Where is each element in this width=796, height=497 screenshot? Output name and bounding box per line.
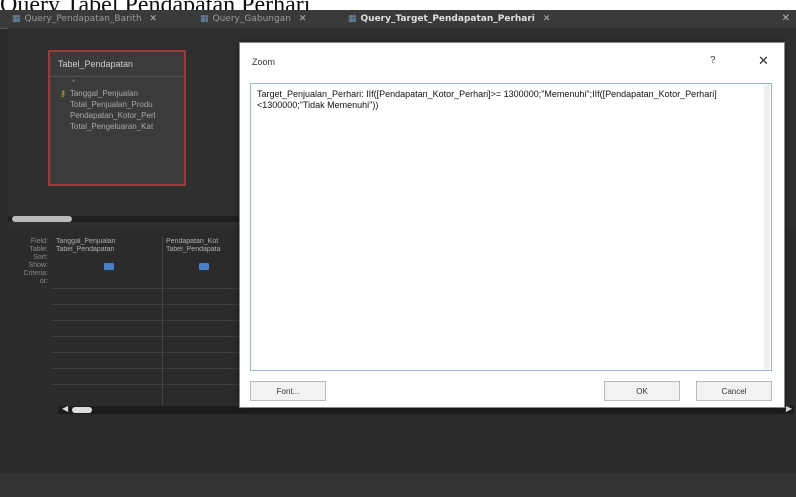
field-all[interactable]: * [50,77,184,88]
field-item[interactable]: Total_Penjualan_Produ [50,99,184,110]
grid-divider [52,384,242,385]
grid-divider [52,288,242,289]
scroll-right-icon[interactable]: ▶ [786,404,792,413]
grid-divider [52,368,242,369]
ok-button[interactable]: OK [604,381,680,401]
access-window: ▦ Query_Pendapatan_Barith ✕ ▦ Query_Gabunga… [0,10,796,497]
expression-textarea[interactable]: Target_Penjualan_Perhari: IIf([Pendapata… [250,83,772,371]
tab-close-icon[interactable]: ✕ [299,14,307,24]
scroll-left-icon[interactable]: ◀ [62,404,68,413]
close-window-icon[interactable]: ✕ [782,10,790,28]
grid-divider [52,336,242,337]
upper-pane-scrollbar[interactable] [8,216,258,222]
object-tab-strip: ▦ Query_Pendapatan_Barith ✕ ▦ Query_Gabunga… [0,10,796,30]
field-item[interactable]: ⚷ Tanggal_Penjualan [50,88,184,99]
help-icon[interactable]: ? [710,55,716,66]
tab-query-pendapatan-barith[interactable]: ▦ Query_Pendapatan_Barith ✕ [12,10,157,28]
scroll-thumb[interactable] [72,407,92,413]
show-checkbox[interactable] [199,263,209,270]
query-icon: ▦ [348,14,357,24]
tab-close-icon[interactable]: ✕ [543,14,551,24]
grid-show-cell [52,262,162,270]
tab-query-gabungan[interactable]: ▦ Query_Gabungan ✕ [200,10,306,28]
field-item[interactable]: Pendapatan_Kotor_Perl [50,110,184,121]
grid-table-cell[interactable]: Tabel_Pendapata [162,246,242,254]
expression-text: Target_Penjualan_Perhari: IIf([Pendapata… [257,89,717,110]
tab-close-icon[interactable]: ✕ [150,14,158,24]
grid-divider [52,304,242,305]
grid-row-labels: Field: Table: Sort: Show: Criteria: or: [0,238,52,286]
query-icon: ▦ [200,14,209,24]
grid-sort-cell[interactable] [52,254,162,262]
row-label-criteria: Criteria: [23,270,48,277]
font-button[interactable]: Font... [250,381,326,401]
row-label-show: Show: [28,262,48,269]
grid-field-cell[interactable]: Pendapatan_Kot [162,238,242,246]
show-checkbox[interactable] [104,263,114,270]
cancel-button[interactable]: Cancel [696,381,772,401]
grid-divider [52,320,242,321]
row-label-table: Table: [29,246,48,253]
primary-key-icon: ⚷ [60,89,66,98]
query-icon: ▦ [12,14,21,24]
table-title: Tabel_Pendapatan [50,52,184,77]
tab-query-target-pendapatan-perhari[interactable]: ▦ Query_Target_Pendapatan_Perhari ✕ [348,10,551,30]
close-icon[interactable]: ✕ [758,53,769,69]
textarea-scrollbar[interactable] [764,85,770,369]
row-label-or: or: [39,278,48,285]
grid-sort-cell[interactable] [162,254,242,262]
row-label-sort: Sort: [33,254,48,261]
grid-field-cell[interactable]: Tanggal_Penjualan [52,238,162,246]
scroll-thumb[interactable] [12,216,72,222]
zoom-dialog: Zoom ? ✕ Target_Penjualan_Perhari: IIf([… [239,42,785,408]
status-bar [0,473,796,497]
grid-table-cell[interactable]: Tabel_Pendapatan [52,246,162,254]
field-item[interactable]: Total_Pengeluaran_Kat [50,121,184,132]
dialog-title: Zoom [252,57,276,67]
grid-show-cell [162,262,242,270]
table-field-list[interactable]: Tabel_Pendapatan * ⚷ Tanggal_Penjualan To… [48,50,186,186]
grid-divider [52,352,242,353]
row-label-field: Field: [30,238,48,245]
